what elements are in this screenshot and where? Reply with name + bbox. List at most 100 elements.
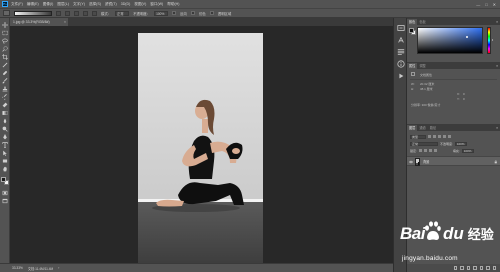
reverse-checkbox[interactable]	[172, 11, 177, 15]
hue-slider-handle-icon[interactable]	[491, 39, 493, 41]
menu-type[interactable]: 文字(Y)	[73, 2, 85, 7]
add-mask-icon[interactable]	[466, 266, 470, 270]
opacity-input[interactable]: 100%	[154, 10, 169, 16]
layer-name[interactable]: 背景	[423, 157, 429, 167]
radial-gradient-button[interactable]	[65, 10, 70, 16]
foreground-color-swatch[interactable]	[1, 177, 6, 182]
canvas-workspace[interactable]	[10, 26, 393, 263]
height-value[interactable]: 38.1 厘米	[420, 87, 433, 91]
lasso-tool-icon[interactable]	[2, 38, 8, 44]
quick-select-tool-icon[interactable]	[2, 46, 8, 52]
menu-view[interactable]: 视图(V)	[134, 2, 146, 7]
dodge-tool-icon[interactable]	[2, 126, 8, 132]
clone-stamp-tool-icon[interactable]	[2, 86, 8, 92]
lock-position-icon[interactable]	[428, 149, 432, 152]
tab-layers[interactable]: 图层	[407, 125, 418, 131]
type-tool-icon[interactable]	[2, 142, 8, 148]
color-panel-menu-icon[interactable]: ≡	[496, 19, 498, 25]
close-button[interactable]: ✕	[493, 2, 496, 7]
paragraph-panel-icon[interactable]	[397, 48, 405, 56]
rectangle-tool-icon[interactable]	[2, 158, 8, 164]
menu-window[interactable]: 窗口(W)	[150, 2, 163, 7]
hand-tool-icon[interactable]	[2, 166, 8, 172]
close-tab-icon[interactable]: ×	[64, 18, 66, 26]
reflected-gradient-button[interactable]	[83, 10, 88, 16]
layer-opacity-input[interactable]: 100%	[454, 141, 467, 146]
eraser-tool-icon[interactable]	[2, 102, 8, 108]
layer-style-icon[interactable]	[460, 266, 464, 270]
actions-panel-icon[interactable]	[397, 72, 405, 80]
gradient-picker[interactable]	[14, 10, 52, 16]
tab-swatches[interactable]: 色板	[417, 19, 427, 25]
document-canvas[interactable]	[138, 33, 263, 263]
menu-select[interactable]: 选择(S)	[89, 2, 101, 7]
status-menu-arrow-icon[interactable]: ›	[58, 266, 59, 270]
new-layer-icon[interactable]	[486, 266, 490, 270]
minimize-button[interactable]: —	[476, 2, 480, 7]
maximize-button[interactable]: □	[485, 2, 487, 7]
visibility-eye-icon[interactable]	[409, 160, 413, 164]
lock-all-icon[interactable]	[433, 149, 437, 152]
document-tab[interactable]: 1.jpg @ 33.3%(RGB/8#) ×	[10, 18, 68, 26]
move-tool-icon[interactable]	[2, 22, 8, 28]
type-filter-icon[interactable]	[438, 135, 441, 138]
character-panel-icon[interactable]	[397, 36, 405, 44]
eyedropper-tool-icon[interactable]	[2, 62, 8, 68]
new-group-icon[interactable]	[479, 266, 483, 270]
link-layers-icon[interactable]	[453, 266, 457, 270]
menu-layer[interactable]: 图层(L)	[57, 2, 69, 7]
menu-image[interactable]: 图像(I)	[43, 2, 54, 7]
history-panel-icon[interactable]	[397, 24, 405, 32]
menu-file[interactable]: 文件(F)	[11, 2, 23, 7]
lock-transparent-icon[interactable]	[418, 149, 422, 152]
color-panel-foreground-swatch[interactable]	[409, 28, 414, 33]
blend-mode-select[interactable]: 正常	[410, 141, 438, 146]
adjustment-filter-icon[interactable]	[433, 135, 436, 138]
smart-object-filter-icon[interactable]	[448, 135, 451, 138]
fill-input[interactable]: 100%	[461, 148, 474, 153]
x-value[interactable]: 0	[463, 92, 465, 96]
healing-brush-tool-icon[interactable]	[2, 70, 8, 76]
menu-3d[interactable]: 3D(D)	[121, 2, 131, 6]
tool-preset-picker[interactable]	[3, 10, 10, 16]
y-value[interactable]: 0	[463, 97, 465, 101]
transparency-checkbox[interactable]	[209, 11, 214, 15]
path-select-tool-icon[interactable]	[2, 150, 8, 156]
history-brush-tool-icon[interactable]	[2, 94, 8, 100]
color-picker-cursor[interactable]	[466, 35, 468, 38]
angle-gradient-button[interactable]	[74, 10, 79, 16]
diamond-gradient-button[interactable]	[92, 10, 97, 16]
shape-filter-icon[interactable]	[443, 135, 446, 138]
menu-filter[interactable]: 滤镜(T)	[105, 2, 117, 7]
tab-paths[interactable]: 路径	[428, 125, 438, 131]
menu-edit[interactable]: 编辑(E)	[27, 2, 39, 7]
marquee-tool-icon[interactable]	[2, 30, 8, 36]
screen-mode-icon[interactable]	[2, 198, 8, 204]
adjustment-layer-icon[interactable]	[473, 266, 477, 270]
mode-select[interactable]: 正常	[115, 10, 130, 16]
layer-row-background[interactable]: 背景	[407, 156, 500, 166]
layer-kind-filter[interactable]: 类型	[410, 134, 426, 139]
lock-image-icon[interactable]	[423, 149, 427, 152]
layers-panel-menu-icon[interactable]: ≡	[496, 125, 498, 131]
gradient-tool-icon[interactable]	[2, 110, 8, 116]
blur-tool-icon[interactable]	[2, 118, 8, 124]
color-picker-field[interactable]	[417, 27, 483, 54]
crop-tool-icon[interactable]	[2, 54, 8, 60]
tab-channels[interactable]: 通道	[417, 125, 427, 131]
zoom-level[interactable]: 33.33%	[12, 266, 23, 270]
dither-checkbox[interactable]	[190, 11, 195, 15]
tab-color[interactable]: 颜色	[407, 19, 418, 25]
properties-panel-menu-icon[interactable]: ≡	[496, 63, 498, 69]
linear-gradient-button[interactable]	[56, 10, 61, 16]
info-panel-icon[interactable]	[397, 60, 405, 68]
brush-tool-icon[interactable]	[2, 78, 8, 84]
delete-layer-icon[interactable]	[492, 266, 496, 270]
tab-properties[interactable]: 属性	[407, 63, 418, 69]
quick-mask-icon[interactable]	[2, 190, 8, 196]
hue-slider[interactable]	[487, 27, 491, 54]
width-value[interactable]: 20.32 厘米	[420, 82, 434, 86]
pen-tool-icon[interactable]	[2, 134, 8, 140]
pixel-filter-icon[interactable]	[428, 135, 431, 138]
menu-help[interactable]: 帮助(H)	[167, 2, 179, 7]
